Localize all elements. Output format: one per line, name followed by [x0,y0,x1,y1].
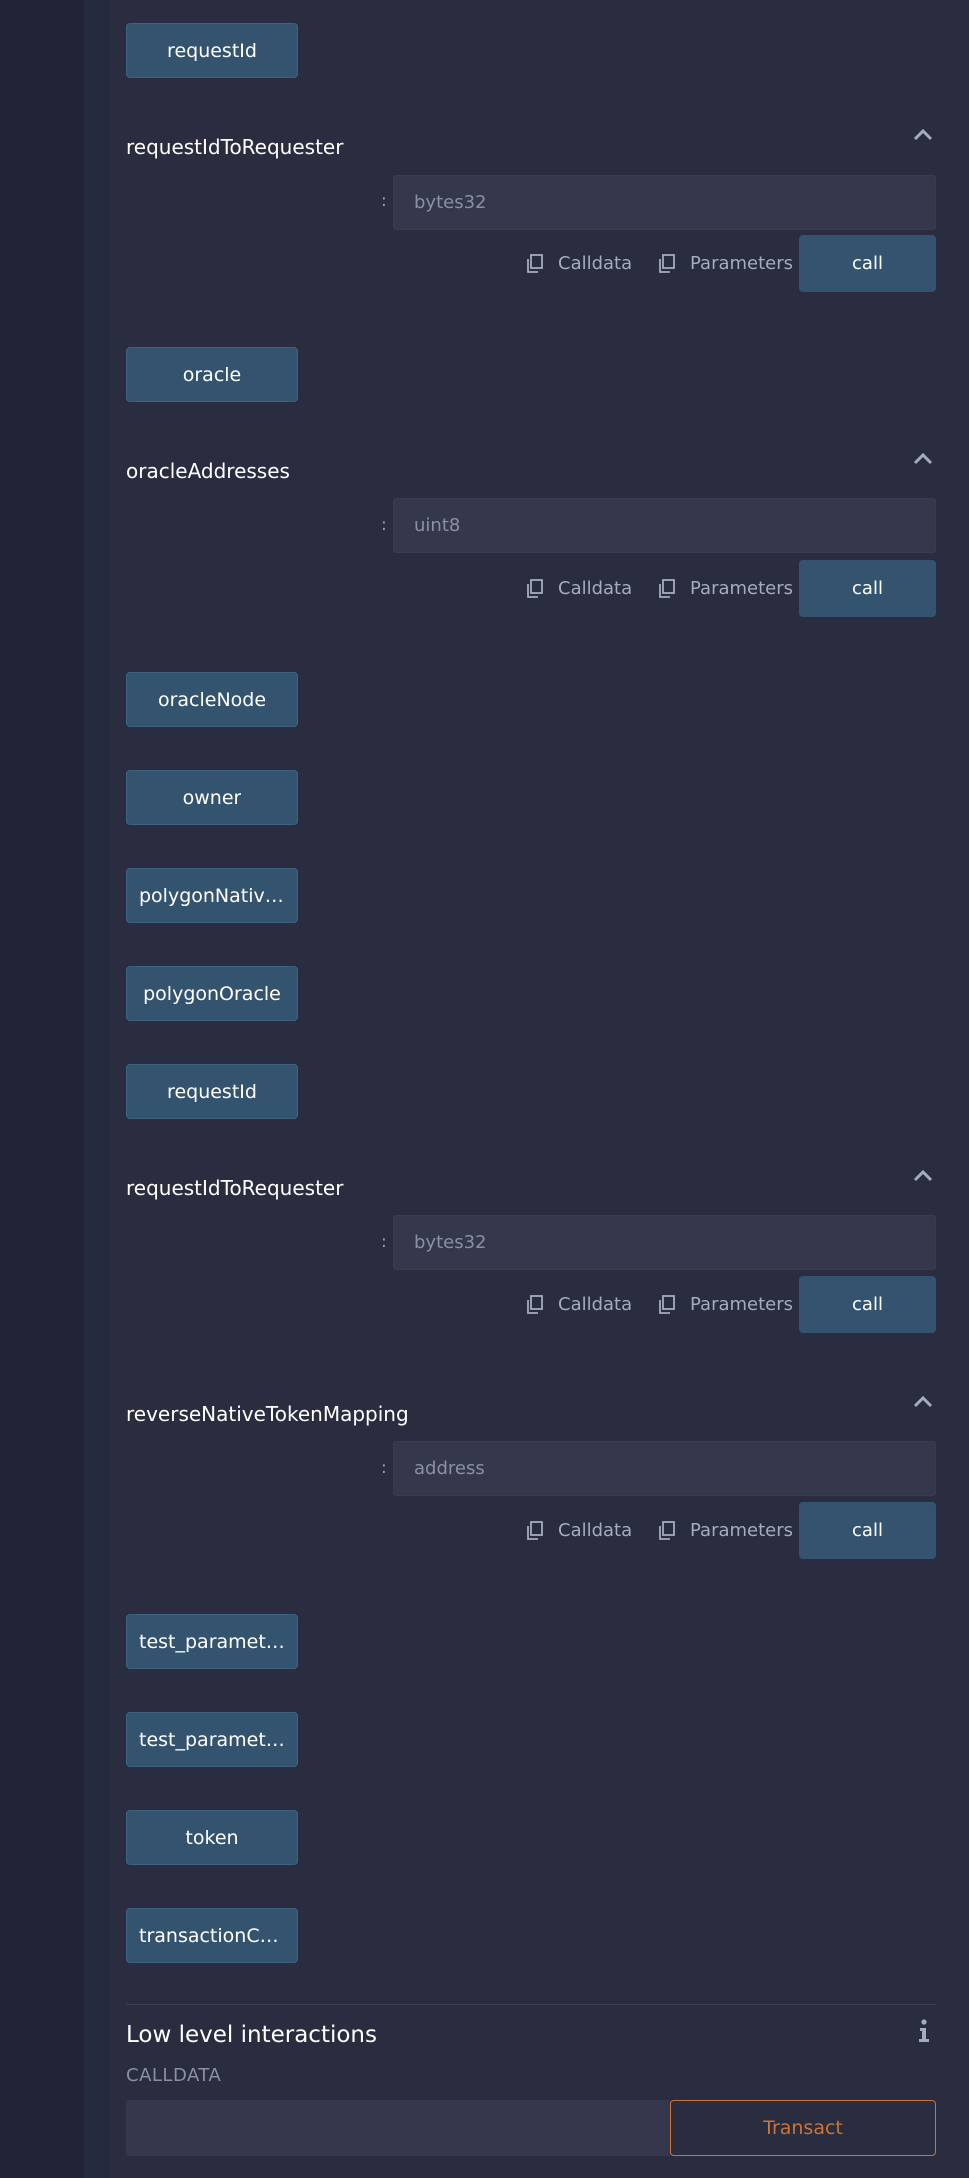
copy-calldata-button[interactable]: Calldata [526,561,632,616]
function-button-test-parameter-1[interactable]: test_paramete… [126,1614,298,1669]
call-button[interactable]: call [799,1276,936,1333]
function-button-requestId[interactable]: requestId [126,1064,298,1119]
call-button[interactable]: call [799,1502,936,1559]
function-button-transactionCo[interactable]: transactionCo… [126,1908,298,1963]
copy-parameters-button[interactable]: Parameters [658,1503,793,1558]
low-level-title: Low level interactions [126,2022,377,2048]
calldata-label: CALLDATA [126,2065,222,2086]
copy-parameters-button[interactable]: Parameters [658,236,793,291]
param-colon: : [381,191,387,211]
call-button[interactable]: call [799,560,936,617]
param-colon: : [381,1458,387,1478]
function-button-test-parameter-2[interactable]: test_paramete… [126,1712,298,1767]
function-title: oracleAddresses [126,459,290,483]
left-divider-strip [84,0,109,2178]
function-button-polygonNative[interactable]: polygonNative… [126,868,298,923]
copy-icon [659,1294,675,1314]
info-icon[interactable] [917,2019,931,2043]
copy-calldata-button[interactable]: Calldata [526,1277,632,1332]
copy-parameters-button[interactable]: Parameters [658,561,793,616]
function-button-oracleNode[interactable]: oracleNode [126,672,298,727]
param-input-uint8[interactable]: uint8 [393,498,936,553]
param-input-address[interactable]: address [393,1441,936,1496]
transact-button[interactable]: Transact [670,2100,936,2156]
copy-icon [527,578,543,598]
copy-icon [659,1520,675,1540]
param-colon: : [381,1232,387,1252]
chevron-up-icon[interactable] [912,126,934,142]
param-colon: : [381,515,387,535]
param-input-bytes32[interactable]: bytes32 [393,175,936,230]
chevron-up-icon[interactable] [912,1167,934,1183]
section-divider [126,2004,936,2005]
function-button-oracle[interactable]: oracle [126,347,298,402]
call-button[interactable]: call [799,235,936,292]
copy-icon [527,253,543,273]
copy-parameters-button[interactable]: Parameters [658,1277,793,1332]
function-button-polygonOracle[interactable]: polygonOracle [126,966,298,1021]
copy-icon [659,578,675,598]
function-button-owner[interactable]: owner [126,770,298,825]
chevron-up-icon[interactable] [912,1393,934,1409]
copy-icon [527,1294,543,1314]
function-title: reverseNativeTokenMapping [126,1402,409,1426]
copy-icon [527,1520,543,1540]
copy-icon [659,253,675,273]
function-button-token[interactable]: token [126,1810,298,1865]
copy-calldata-button[interactable]: Calldata [526,236,632,291]
copy-calldata-button[interactable]: Calldata [526,1503,632,1558]
function-title: requestIdToRequester [126,135,344,159]
function-title: requestIdToRequester [126,1176,344,1200]
param-input-bytes32[interactable]: bytes32 [393,1215,936,1270]
function-button-requestId[interactable]: requestId [126,23,298,78]
chevron-up-icon[interactable] [912,450,934,466]
calldata-input[interactable] [126,2100,671,2156]
left-gutter [0,0,84,2178]
